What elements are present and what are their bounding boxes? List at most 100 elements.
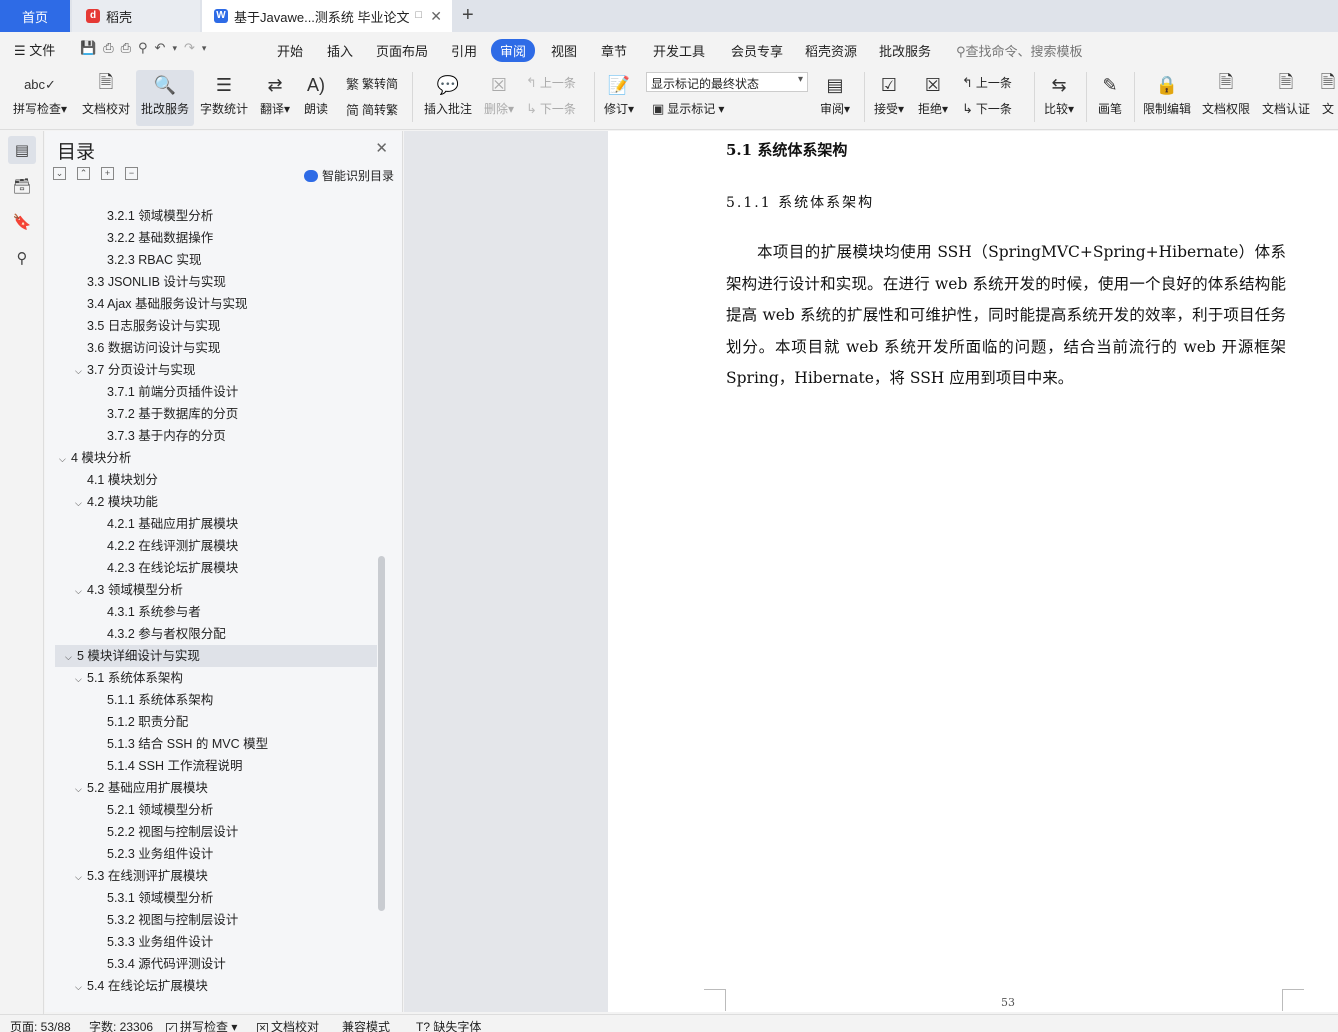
toc-view-icon[interactable]: ▤ xyxy=(8,136,36,164)
toc-item[interactable]: 5.1.2 职责分配 xyxy=(107,711,188,733)
menu-member[interactable]: 会员专享 xyxy=(731,41,783,60)
file-menu[interactable]: ☰ 文件 xyxy=(14,40,55,59)
document-page[interactable]: 5.1 系统体系架构 5.1.1 系统体系架构 本项目的扩展模块均使用 SSH（… xyxy=(608,131,1338,1012)
translate-button[interactable]: ⇄ 翻译▾ xyxy=(256,70,294,126)
compare-button[interactable]: ⇆ 比较▾ xyxy=(1040,70,1078,126)
delete-comment-button[interactable]: ☒ 删除▾ xyxy=(480,70,518,126)
chevron-down-icon[interactable]: ⌵ xyxy=(75,778,87,800)
chevron-down-icon[interactable]: ⌵ xyxy=(75,580,87,602)
missing-font-status[interactable]: T? 缺失字体 xyxy=(416,1018,481,1032)
toc-item[interactable]: 5.1.3 结合 SSH 的 MVC 模型 xyxy=(107,733,268,755)
chevron-down-icon[interactable]: ⌵ xyxy=(75,976,87,998)
toc-item[interactable]: 3.5 日志服务设计与实现 xyxy=(87,315,220,337)
page-indicator[interactable]: 页面: 53/88 xyxy=(10,1018,71,1032)
toc-item[interactable]: 5.2.3 业务组件设计 xyxy=(107,843,213,865)
new-tab-button[interactable]: + xyxy=(462,4,474,27)
toc-item[interactable]: 4.3.1 系统参与者 xyxy=(107,601,201,623)
monitor-icon[interactable]: □ xyxy=(415,9,422,21)
chevron-down-icon[interactable]: ⌵ xyxy=(59,448,71,470)
tab-document[interactable]: W 基于Javawe...测系统 毕业论文 □ ✕ xyxy=(202,0,452,32)
toc-item[interactable]: 4.3.2 参与者权限分配 xyxy=(107,623,226,645)
tab-daoke[interactable]: d 稻壳 xyxy=(72,0,200,32)
add-heading-icon[interactable]: + xyxy=(101,167,114,180)
chapter-nav-icon[interactable]: 🗃 xyxy=(8,172,36,200)
toc-item[interactable]: 3.6 数据访问设计与实现 xyxy=(87,337,220,359)
collapse-all-icon[interactable]: ⌄ xyxy=(53,167,66,180)
menu-insert[interactable]: 插入 xyxy=(327,41,353,60)
toc-item-expandable[interactable]: ⌵ 3.7 分页设计与实现 xyxy=(75,359,195,381)
toc-item[interactable]: 4.2.2 在线评测扩展模块 xyxy=(107,535,238,557)
doc-certify-button[interactable]: 🗎 文档认证 xyxy=(1258,70,1314,126)
reject-button[interactable]: ☒ 拒绝▾ xyxy=(914,70,952,126)
toc-item[interactable]: 4.2.3 在线论坛扩展模块 xyxy=(107,557,238,579)
read-aloud-button[interactable]: A) 朗读 xyxy=(298,70,334,126)
toc-item[interactable]: 5.1.4 SSH 工作流程说明 xyxy=(107,755,242,777)
toc-item-expandable[interactable]: ⌵ 5.4 在线论坛扩展模块 xyxy=(75,975,208,997)
chevron-down-icon[interactable]: ⌵ xyxy=(75,866,87,888)
chevron-down-icon[interactable]: ⌵ xyxy=(65,646,77,668)
menu-review[interactable]: 审阅 xyxy=(491,39,536,62)
spell-check-status[interactable]: ✓ 拼写检查 ▾ xyxy=(166,1018,237,1032)
next-comment-button[interactable]: ↳ 下一条 xyxy=(526,100,576,117)
toc-item-expandable[interactable]: ⌵ 5.2 基础应用扩展模块 xyxy=(75,777,208,799)
toc-item[interactable]: 3.7.1 前端分页插件设计 xyxy=(107,381,238,403)
toc-item[interactable]: 3.7.2 基于数据库的分页 xyxy=(107,403,238,425)
menu-chapter[interactable]: 章节 xyxy=(601,41,627,60)
restrict-editing-button[interactable]: 🔒 限制编辑 xyxy=(1140,70,1194,126)
next-change-button[interactable]: ↳ 下一条 xyxy=(962,100,1012,117)
export-pdf-icon[interactable]: ⎙ xyxy=(103,40,113,56)
word-count-button[interactable]: ☰ 字数统计 xyxy=(196,70,252,126)
save-icon[interactable]: 💾 xyxy=(80,40,96,56)
toc-item[interactable]: 5.2.1 领域模型分析 xyxy=(107,799,213,821)
word-count-indicator[interactable]: 字数: 23306 xyxy=(89,1018,153,1032)
toc-item[interactable]: 3.7.3 基于内存的分页 xyxy=(107,425,226,447)
toc-item-expandable[interactable]: ⌵ 5.1 系统体系架构 xyxy=(75,667,183,689)
expand-all-icon[interactable]: ⌃ xyxy=(77,167,90,180)
chevron-down-icon[interactable]: ⌵ xyxy=(75,360,87,382)
toc-item[interactable]: 5.3.1 领域模型分析 xyxy=(107,887,213,909)
spell-check-button[interactable]: abc✓ 拼写检查▾ xyxy=(8,70,72,126)
undo-dropdown-icon[interactable]: ▾ xyxy=(172,40,177,56)
menu-correction-service[interactable]: 批改服务 xyxy=(879,41,931,60)
toc-item[interactable]: 3.2.2 基础数据操作 xyxy=(107,227,213,249)
toc-item-expandable[interactable]: ⌵ 5.3 在线测评扩展模块 xyxy=(75,865,208,887)
doc-permission-button[interactable]: 🗎 文档权限 xyxy=(1198,70,1254,126)
toc-item-expandable[interactable]: ⌵ 4 模块分析 xyxy=(59,447,131,469)
toc-item[interactable]: 5.1.1 系统体系架构 xyxy=(107,689,213,711)
toc-item[interactable]: 5.3.4 源代码评测设计 xyxy=(107,953,226,975)
correction-service-button[interactable]: 🔍 批改服务 xyxy=(136,70,194,126)
menu-references[interactable]: 引用 xyxy=(451,41,477,60)
more-icon[interactable]: ▾ xyxy=(202,40,207,56)
accept-button[interactable]: ☑ 接受▾ xyxy=(870,70,908,126)
menu-daoke-resources[interactable]: 稻壳资源 xyxy=(805,41,857,60)
toc-item[interactable]: 5.3.3 业务组件设计 xyxy=(107,931,213,953)
smart-toc-button[interactable]: 智能识别目录 xyxy=(303,167,394,184)
toc-item[interactable]: 3.3 JSONLIB 设计与实现 xyxy=(87,271,226,293)
prev-change-button[interactable]: ↰ 上一条 xyxy=(962,74,1012,91)
close-tab-icon[interactable]: ✕ xyxy=(430,8,442,25)
menu-start[interactable]: 开始 xyxy=(277,41,303,60)
redo-icon[interactable]: ↷ xyxy=(184,40,195,56)
command-search[interactable]: ⚲查找命令、搜索模板 xyxy=(956,41,1083,60)
search-icon[interactable]: ⚲ xyxy=(8,244,36,272)
toc-item[interactable]: 3.4 Ajax 基础服务设计与实现 xyxy=(87,293,247,315)
toc-item-expandable[interactable]: ⌵ 4.3 领域模型分析 xyxy=(75,579,183,601)
toc-item[interactable]: 5.2.2 视图与控制层设计 xyxy=(107,821,238,843)
review-pane-button[interactable]: ▤ 审阅▾ xyxy=(816,70,854,126)
prev-comment-button[interactable]: ↰ 上一条 xyxy=(526,74,576,91)
menu-view[interactable]: 视图 xyxy=(551,41,577,60)
show-markup-button[interactable]: ▣ 显示标记 ▾ xyxy=(652,100,724,117)
close-icon[interactable]: ✕ xyxy=(375,139,388,157)
track-changes-button[interactable]: 📝 修订▾ xyxy=(600,70,638,126)
undo-icon[interactable]: ↶ xyxy=(155,40,166,56)
toc-item[interactable]: 4.1 模块划分 xyxy=(87,469,158,491)
doc-proofread-status[interactable]: ✕ 文档校对 xyxy=(257,1018,319,1032)
tab-home[interactable]: 首页 xyxy=(0,0,70,32)
toc-item[interactable]: 5.3.2 视图与控制层设计 xyxy=(107,909,238,931)
toc-item[interactable]: 4.2.1 基础应用扩展模块 xyxy=(107,513,238,535)
toc-item-expandable[interactable]: ⌵ 4.2 模块功能 xyxy=(75,491,158,513)
toc-item-expandable[interactable]: ⌵ 5 模块详细设计与实现 xyxy=(55,645,377,667)
ribbon-overflow-item[interactable]: 🗎 文 xyxy=(1318,70,1338,126)
menu-dev-tools[interactable]: 开发工具 xyxy=(653,41,705,60)
markup-state-select[interactable]: 显示标记的最终状态 ▾ xyxy=(646,72,808,92)
